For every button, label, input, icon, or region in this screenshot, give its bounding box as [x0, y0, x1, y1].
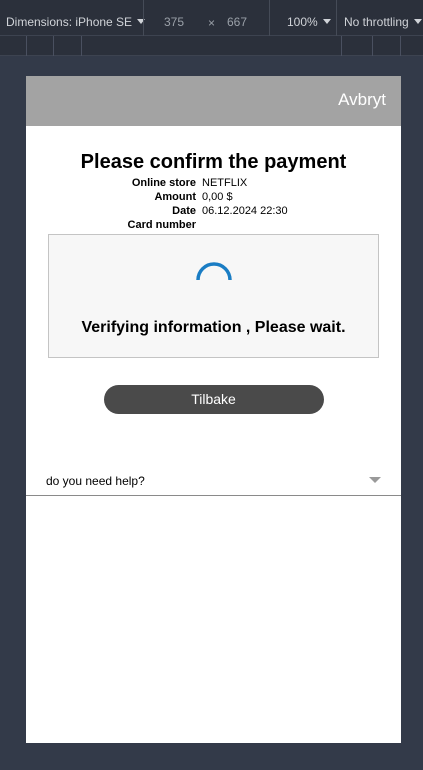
ruler-tick: [53, 36, 54, 56]
detail-value: 06.12.2024 22:30: [202, 205, 288, 217]
ruler-tick: [341, 36, 342, 56]
device-viewport: Avbryt Please confirm the payment Online…: [26, 76, 401, 743]
detail-value: 0,00 $: [202, 191, 233, 203]
times-icon: ×: [208, 16, 216, 30]
ruler-tick: [81, 36, 82, 56]
detail-label: Amount: [154, 191, 196, 203]
chevron-down-icon: [413, 19, 422, 24]
page-title: Please confirm the payment: [80, 151, 347, 173]
chevron-down-icon: [369, 477, 381, 483]
throttling-label: No throttling: [344, 15, 409, 29]
detail-value: NETFLIX: [202, 177, 248, 189]
detail-label: Online store: [131, 177, 196, 189]
media-query-ruler[interactable]: [0, 36, 423, 56]
toolbar-divider: [336, 0, 337, 36]
ruler-tick: [372, 36, 373, 56]
help-label: do you need help?: [46, 474, 145, 488]
detail-row-store: Online store NETFLIX: [26, 176, 401, 190]
verification-message: Verifying information , Please wait.: [81, 319, 346, 336]
payment-details: Online store NETFLIX Amount 0,00 $ Date …: [26, 176, 401, 232]
throttling-select[interactable]: No throttling: [344, 15, 422, 29]
zoom-label: 100%: [287, 15, 318, 29]
detail-row-card: Card number: [26, 218, 401, 232]
detail-value: [202, 218, 401, 232]
loading-spinner-icon: [196, 262, 232, 281]
cancel-link[interactable]: Avbryt: [338, 90, 386, 110]
header-bar: Avbryt: [26, 76, 401, 126]
ruler-tick: [26, 36, 27, 56]
detail-label: Date: [172, 205, 196, 217]
chevron-down-icon: [322, 19, 331, 24]
help-accordion[interactable]: do you need help?: [26, 465, 401, 496]
devtools-device-toolbar: Dimensions: iPhone SE 375 × 667 100% No …: [0, 0, 423, 36]
zoom-select[interactable]: 100%: [287, 15, 331, 29]
toolbar-divider: [143, 0, 144, 36]
verification-panel: Verifying information , Please wait.: [48, 234, 379, 358]
width-input[interactable]: 375: [164, 15, 184, 29]
height-input[interactable]: 667: [227, 15, 247, 29]
device-select[interactable]: Dimensions: iPhone SE: [6, 15, 146, 29]
back-button[interactable]: Tilbake: [103, 385, 324, 414]
detail-row-amount: Amount 0,00 $: [26, 190, 401, 204]
detail-row-date: Date 06.12.2024 22:30: [26, 204, 401, 218]
ruler-tick: [400, 36, 401, 56]
toolbar-divider: [269, 0, 270, 36]
detail-label: Card number: [127, 219, 196, 231]
device-select-label: Dimensions: iPhone SE: [6, 15, 133, 29]
